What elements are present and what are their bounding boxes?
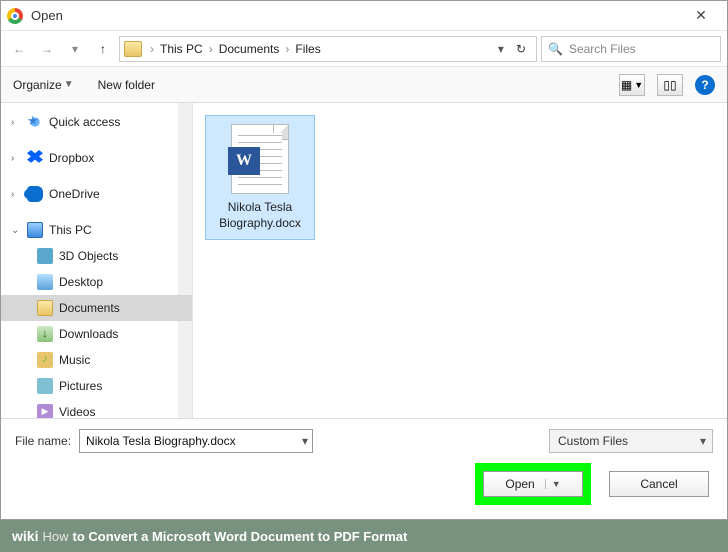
file-list[interactable]: W Nikola TeslaBiography.docx	[193, 103, 727, 418]
filetype-filter[interactable]: Custom Files ▾	[549, 429, 713, 453]
chevron-down-icon: ▾	[700, 434, 706, 448]
wikihow-caption: wiki How to Convert a Microsoft Word Docu…	[0, 520, 728, 552]
caption-text: to Convert a Microsoft Word Document to …	[72, 529, 407, 544]
star-icon	[27, 114, 43, 130]
history-dropdown[interactable]: ▾	[63, 37, 87, 61]
close-button[interactable]: ✕	[681, 7, 721, 24]
crumb-documents[interactable]: Documents	[217, 42, 282, 56]
toolbar: Organize▼ New folder ▦▼ ▯▯ ?	[1, 67, 727, 103]
view-mode-button[interactable]: ▦▼	[619, 74, 645, 96]
filename-input[interactable]: Nikola Tesla Biography.docx ▾	[79, 429, 313, 453]
preview-pane-button[interactable]: ▯▯	[657, 74, 683, 96]
3d-icon	[37, 248, 53, 264]
word-document-icon: W	[231, 124, 289, 194]
onedrive-icon	[27, 186, 43, 202]
open-highlight: Open ▼	[475, 463, 591, 505]
crumb-files[interactable]: Files	[293, 42, 322, 56]
file-item-selected[interactable]: W Nikola TeslaBiography.docx	[205, 115, 315, 240]
titlebar: Open ✕	[1, 1, 727, 31]
forward-button[interactable]: →	[35, 37, 59, 61]
tree-downloads[interactable]: Downloads	[1, 321, 192, 347]
filename-label: File name:	[15, 434, 71, 448]
search-placeholder: Search Files	[569, 42, 636, 56]
refresh-button[interactable]: ↻	[510, 42, 532, 56]
tree-pictures[interactable]: Pictures	[1, 373, 192, 399]
back-button[interactable]: ←	[7, 37, 31, 61]
music-icon	[37, 352, 53, 368]
tree-dropbox[interactable]: ›Dropbox	[1, 145, 192, 171]
tree-desktop[interactable]: Desktop	[1, 269, 192, 295]
search-input[interactable]: 🔍 Search Files	[541, 36, 721, 62]
caption-wiki: wiki	[12, 528, 38, 544]
chevron-right-icon[interactable]: ›	[207, 42, 215, 56]
window-title: Open	[31, 8, 681, 23]
cancel-button[interactable]: Cancel	[609, 471, 709, 497]
tree-documents[interactable]: Documents	[1, 295, 192, 321]
breadcrumb-bar[interactable]: › This PC › Documents › Files ▾ ↻	[119, 36, 537, 62]
open-button[interactable]: Open ▼	[483, 471, 583, 497]
dialog-footer: File name: Nikola Tesla Biography.docx ▾…	[1, 418, 727, 519]
nav-row: ← → ▾ ↑ › This PC › Documents › Files ▾ …	[1, 31, 727, 67]
crumb-thispc[interactable]: This PC	[158, 42, 205, 56]
folder-icon	[124, 41, 142, 57]
up-button[interactable]: ↑	[91, 37, 115, 61]
tree-quick-access[interactable]: ›Quick access	[1, 109, 192, 135]
tree-videos[interactable]: Videos	[1, 399, 192, 418]
new-folder-button[interactable]: New folder	[98, 78, 155, 92]
pc-icon	[27, 222, 43, 238]
tree-3d-objects[interactable]: 3D Objects	[1, 243, 192, 269]
videos-icon	[37, 404, 53, 418]
organize-button[interactable]: Organize▼	[13, 78, 74, 92]
tree-onedrive[interactable]: ›OneDrive	[1, 181, 192, 207]
caption-how: How	[42, 529, 68, 544]
filename-dropdown[interactable]: ▾	[302, 434, 308, 448]
tree-music[interactable]: Music	[1, 347, 192, 373]
downloads-icon	[37, 326, 53, 342]
search-icon: 🔍	[548, 42, 563, 56]
chevron-right-icon[interactable]: ›	[148, 42, 156, 56]
help-button[interactable]: ?	[695, 75, 715, 95]
pictures-icon	[37, 378, 53, 394]
open-dialog: Open ✕ ← → ▾ ↑ › This PC › Documents › F…	[0, 0, 728, 520]
file-label: Nikola TeslaBiography.docx	[219, 200, 301, 231]
path-dropdown[interactable]: ▾	[494, 42, 508, 56]
dropbox-icon	[27, 150, 43, 166]
nav-tree: ›Quick access ›Dropbox ›OneDrive ⌄This P…	[1, 103, 193, 418]
chevron-right-icon[interactable]: ›	[283, 42, 291, 56]
word-badge: W	[228, 147, 260, 175]
folder-icon	[37, 300, 53, 316]
chrome-icon	[7, 8, 23, 24]
desktop-icon	[37, 274, 53, 290]
tree-this-pc[interactable]: ⌄This PC	[1, 217, 192, 243]
